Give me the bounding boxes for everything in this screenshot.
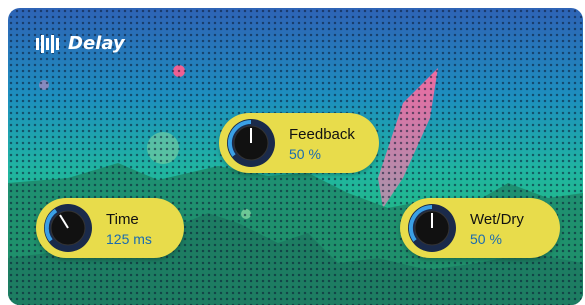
wetdry-label: Wet/Dry bbox=[470, 211, 524, 228]
feedback-knob[interactable] bbox=[226, 118, 276, 168]
time-knob[interactable] bbox=[43, 203, 93, 253]
wetdry-knob[interactable] bbox=[407, 203, 457, 253]
feedback-value: 50 % bbox=[289, 146, 321, 162]
feedback-control: Feedback 50 % bbox=[219, 113, 379, 173]
bubble-circle bbox=[147, 132, 179, 164]
time-control: Time 125 ms bbox=[36, 198, 184, 258]
feedback-label: Feedback bbox=[289, 126, 355, 143]
pink-leaf-shape bbox=[378, 68, 438, 208]
pink-dot bbox=[173, 65, 185, 77]
purple-dot bbox=[39, 80, 49, 90]
wetdry-control: Wet/Dry 50 % bbox=[400, 198, 560, 258]
plugin-title: Delay bbox=[68, 33, 125, 54]
green-dot bbox=[241, 209, 251, 219]
presonus-logo-icon bbox=[36, 34, 59, 53]
delay-plugin-window: Delay Feedback 50 % Time 125 ms Wet/Dry … bbox=[8, 8, 583, 305]
plugin-header: Delay bbox=[36, 33, 125, 54]
time-value: 125 ms bbox=[106, 231, 152, 247]
wetdry-value: 50 % bbox=[470, 231, 502, 247]
time-label: Time bbox=[106, 211, 139, 228]
